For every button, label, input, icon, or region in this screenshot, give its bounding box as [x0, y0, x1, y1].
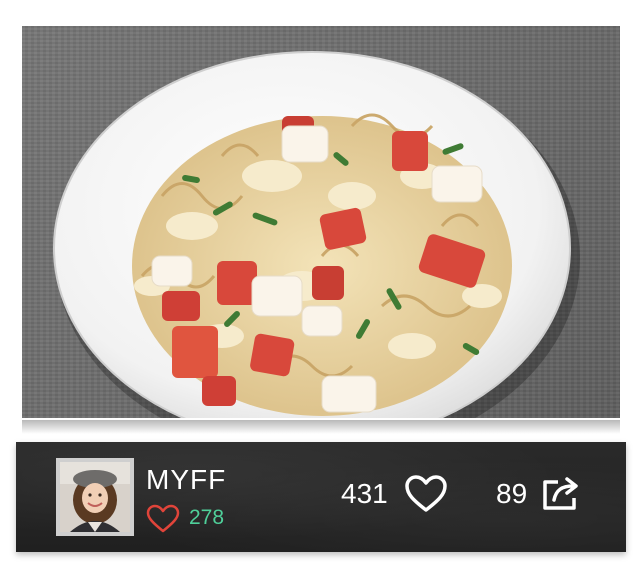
heart-outline-icon[interactable] — [146, 504, 180, 534]
share-icon[interactable] — [540, 474, 582, 512]
likes-count: 431 — [341, 478, 388, 509]
pasta-bowl-image — [53, 51, 580, 418]
avatar-photo — [60, 462, 130, 532]
post-photo[interactable] — [22, 26, 620, 418]
author-likes-count: 278 — [189, 506, 225, 529]
post-info-bar: MYFF 278 431 89 — [16, 442, 626, 552]
author-name[interactable]: MYFF — [146, 464, 226, 496]
shares-count: 89 — [496, 478, 528, 509]
author-avatar[interactable] — [56, 458, 134, 536]
photo-drop-shadow — [22, 420, 620, 434]
heart-icon[interactable] — [404, 474, 448, 514]
